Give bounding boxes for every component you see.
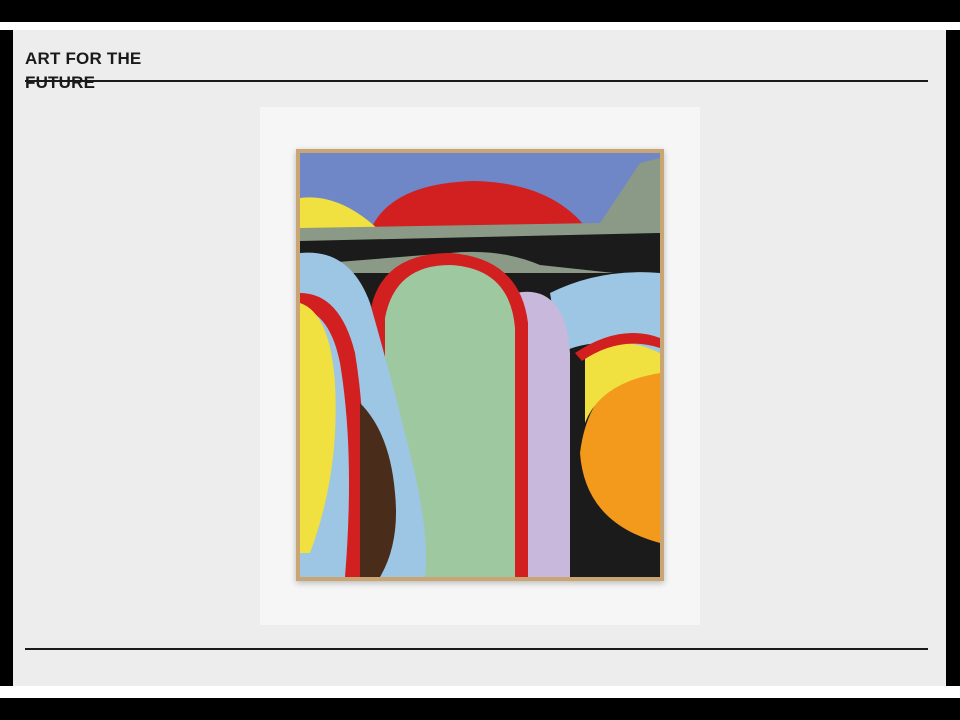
bottom-divider-line xyxy=(25,648,928,650)
top-margin-strip xyxy=(0,22,960,30)
slide-title: ART FOR THE FUTURE xyxy=(25,49,142,92)
bottom-letterbox-bar xyxy=(0,698,960,720)
artwork-image xyxy=(300,153,660,577)
artwork-frame xyxy=(296,149,664,581)
bottom-margin-strip xyxy=(0,686,960,698)
top-letterbox-bar xyxy=(0,0,960,22)
artwork-mat xyxy=(260,107,700,625)
presentation-slide: ART FOR THE FUTURE xyxy=(13,30,946,686)
top-divider-line xyxy=(25,80,928,82)
